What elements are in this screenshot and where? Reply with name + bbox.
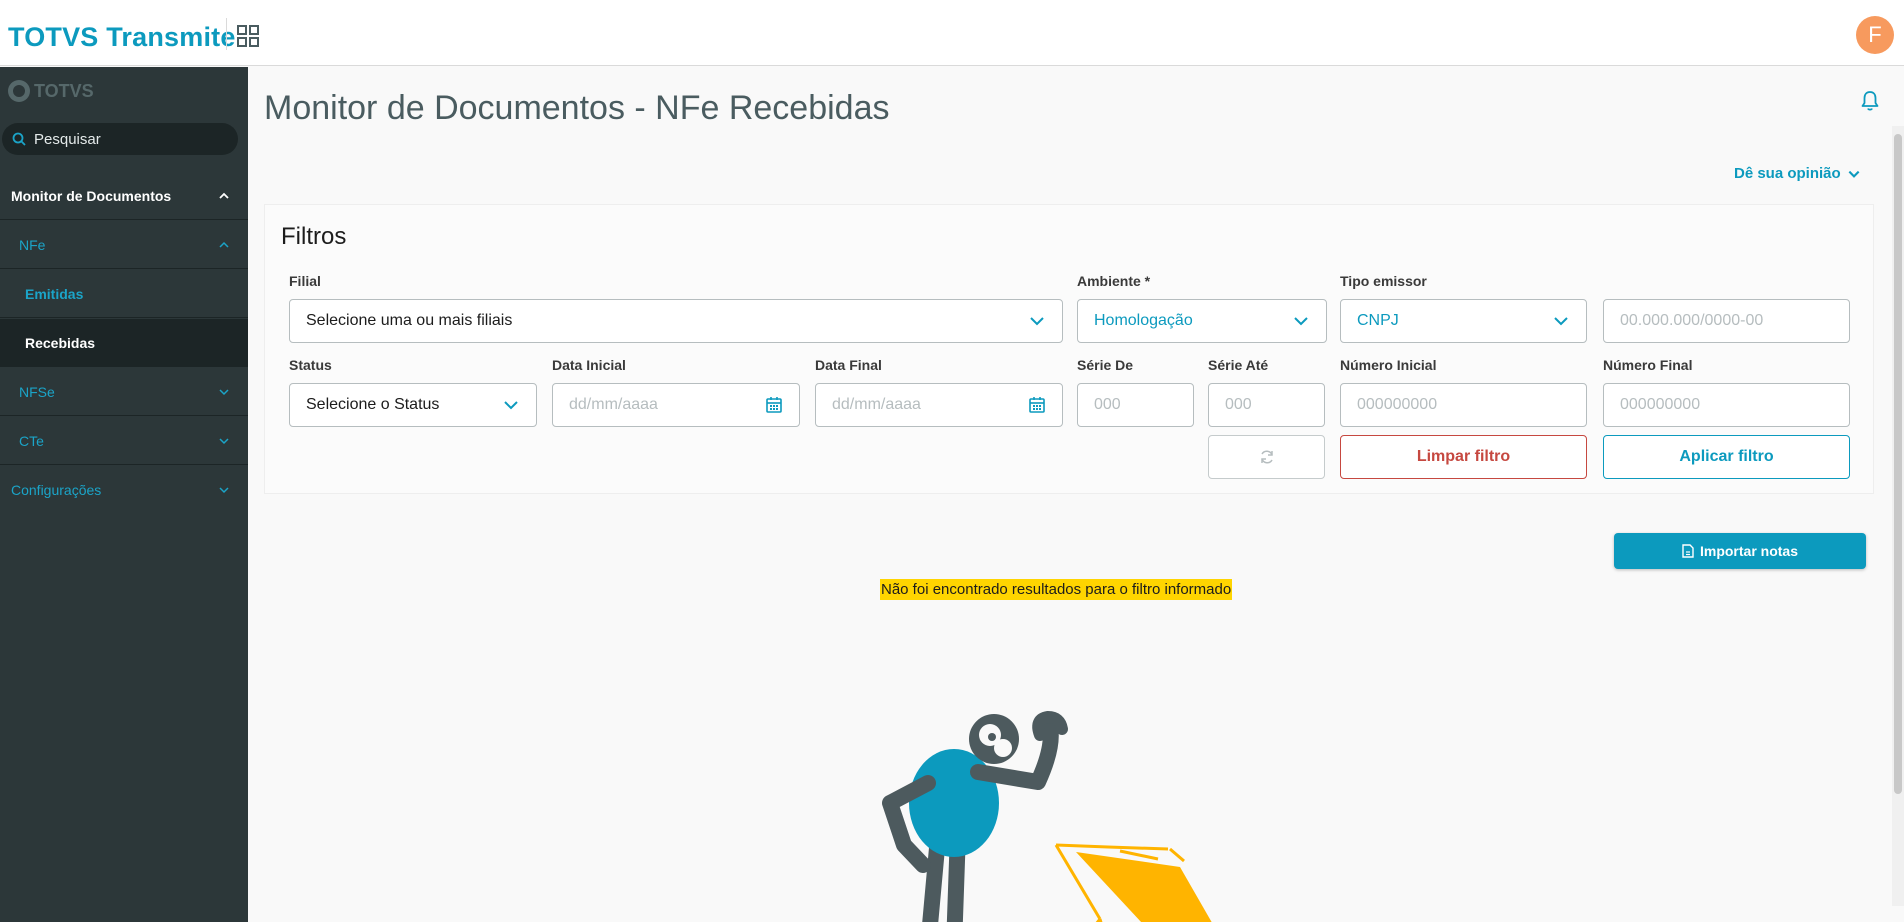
feedback-label: Dê sua opinião [1734,165,1841,182]
calendar-icon[interactable] [1028,396,1046,414]
chevron-down-icon [1554,317,1568,326]
ambiente-value: Homologação [1094,312,1193,329]
document-icon [1682,544,1694,558]
bell-icon[interactable] [1858,89,1882,113]
chevron-down-icon [1030,317,1044,326]
filial-value: Selecione uma ou mais filiais [306,312,513,329]
cnpj-placeholder: 00.000.000/0000-00 [1620,312,1764,329]
sidebar-item-label: Monitor de Documentos [11,187,172,204]
chevron-down-icon [504,401,518,410]
sidebar-item-configuracoes[interactable]: Configurações [0,466,248,514]
scrollbar-thumb[interactable] [1894,134,1902,794]
serie-ate-input[interactable]: 000 [1208,383,1325,427]
empty-state-message: Não foi encontrado resultados para o fil… [880,579,1233,600]
chevron-up-icon [219,192,229,199]
sidebar-logo-text: TOTVS [34,80,94,101]
data-final-input[interactable]: dd/mm/aaaa [815,383,1063,427]
data-inicial-input[interactable]: dd/mm/aaaa [552,383,800,427]
refresh-icon [1260,450,1273,464]
chevron-down-icon [1848,170,1860,178]
sidebar-item-cte[interactable]: CTe [0,417,248,465]
status-value: Selecione o Status [306,396,440,413]
numero-final-input[interactable]: 000000000 [1603,383,1850,427]
filial-label: Filial [289,273,321,289]
sidebar-item-nfse[interactable]: NFSe [0,368,248,416]
sidebar-item-monitor-de-documentos[interactable]: Monitor de Documentos [0,172,248,220]
ambiente-select[interactable]: Homologação [1077,299,1327,343]
data-inicial-label: Data Inicial [552,357,626,373]
clear-filter-button[interactable]: Limpar filtro [1340,435,1587,479]
top-bar: TOTVS Transmite F [0,0,1904,66]
numero-final-placeholder: 000000000 [1620,396,1701,413]
sidebar-item-emitidas[interactable]: Emitidas [0,270,248,318]
tipo-emissor-label: Tipo emissor [1340,273,1427,289]
title-divider [226,18,227,50]
chevron-down-icon [219,487,229,494]
numero-inicial-label: Número Inicial [1340,357,1437,373]
numero-inicial-placeholder: 000000000 [1357,396,1438,413]
sidebar-item-label: Recebidas [25,334,96,351]
numero-final-label: Número Final [1603,357,1693,373]
serie-de-input[interactable]: 000 [1077,383,1194,427]
import-notes-label: Importar notas [1699,543,1798,559]
tipo-emissor-select[interactable]: CNPJ [1340,299,1587,343]
status-select[interactable]: Selecione o Status [289,383,537,427]
search-input[interactable] [34,130,214,148]
data-final-placeholder: dd/mm/aaaa [832,396,921,413]
chevron-up-icon [219,241,229,248]
filters-panel: Filtros Filial Ambiente * Tipo emissor S… [264,204,1874,494]
data-final-label: Data Final [815,357,882,373]
sidebar-item-label: CTe [19,432,44,449]
sidebar: TOTVS Monitor de Documentos NFe Emitidas… [0,67,248,922]
search-icon [12,132,26,146]
import-notes-button[interactable]: Importar notas [1614,533,1866,569]
sidebar-item-label: NFSe [19,383,55,400]
avatar[interactable]: F [1856,16,1894,54]
numero-inicial-input[interactable]: 000000000 [1340,383,1587,427]
totvs-logo-icon [8,80,30,102]
calendar-icon[interactable] [765,396,783,414]
sidebar-logo: TOTVS [8,79,94,103]
data-inicial-placeholder: dd/mm/aaaa [569,396,658,413]
filial-select[interactable]: Selecione uma ou mais filiais [289,299,1063,343]
chevron-down-icon [219,388,229,395]
sidebar-item-recebidas[interactable]: Recebidas [0,319,248,367]
tipo-emissor-value: CNPJ [1357,312,1399,329]
sidebar-item-nfe[interactable]: NFe [0,221,248,269]
ambiente-label: Ambiente * [1077,273,1151,289]
sidebar-search[interactable] [2,123,238,155]
serie-de-label: Série De [1077,357,1134,373]
feedback-link[interactable]: Dê sua opinião [1734,165,1861,182]
sidebar-item-label: Configurações [11,482,102,498]
sidebar-item-label: NFe [19,236,46,253]
serie-de-placeholder: 000 [1094,396,1121,413]
chevron-down-icon [1294,317,1308,326]
serie-ate-label: Série Até [1208,357,1269,373]
sidebar-item-label: Emitidas [25,285,84,302]
confused-person-illustration [882,710,1068,922]
serie-ate-placeholder: 000 [1225,396,1252,413]
refresh-button[interactable] [1208,435,1325,479]
vertical-scrollbar[interactable] [1892,126,1904,906]
status-label: Status [289,357,332,373]
page-title: Monitor de Documentos - NFe Recebidas [264,89,890,127]
cnpj-input[interactable]: 00.000.000/0000-00 [1603,299,1850,343]
apply-filter-button[interactable]: Aplicar filtro [1603,435,1850,479]
filters-title: Filtros [281,223,347,250]
main-content: Monitor de Documentos - NFe Recebidas Dê… [248,67,1894,922]
empty-state-illustration [882,710,1212,922]
chevron-down-icon [219,437,229,444]
app-title: TOTVS Transmite [8,22,236,52]
grid-icon[interactable] [236,24,260,48]
folding-chair-illustration [1054,843,1212,922]
